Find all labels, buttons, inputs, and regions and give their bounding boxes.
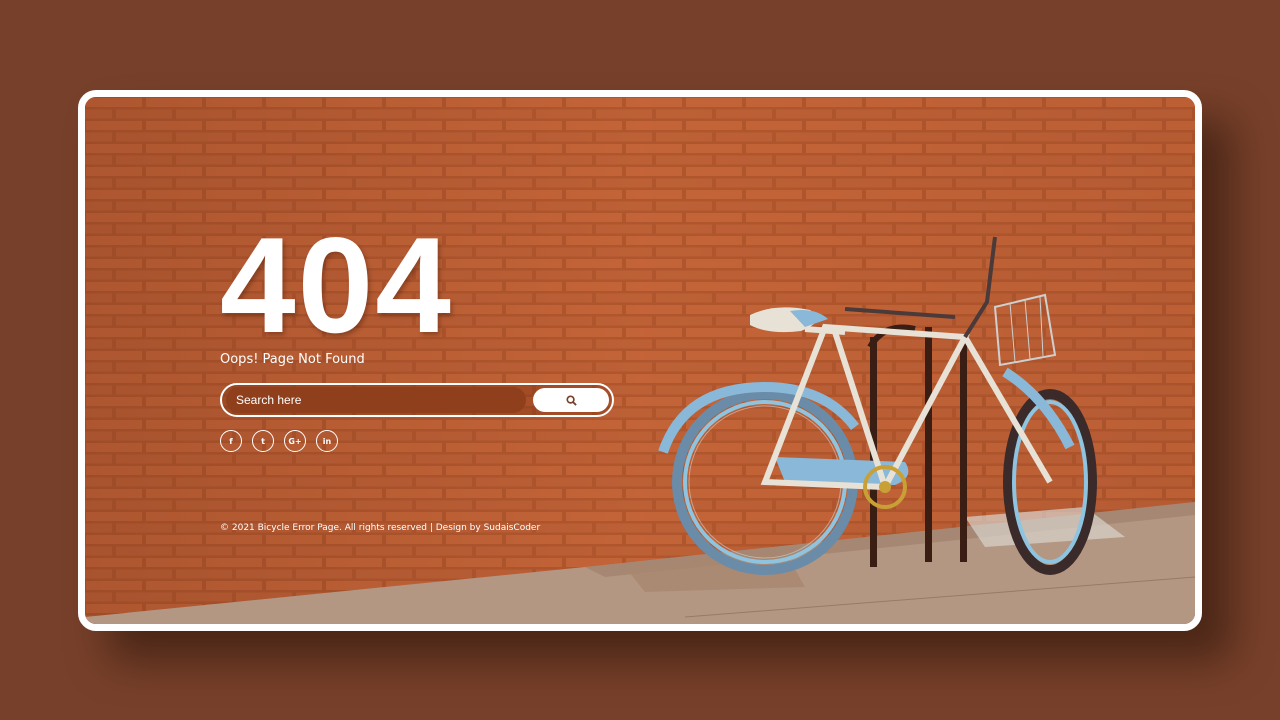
error-code: 404 xyxy=(220,209,453,361)
google-plus-icon[interactable]: G+ xyxy=(284,430,306,452)
search-form xyxy=(220,383,614,417)
facebook-icon[interactable]: f xyxy=(220,430,242,452)
footer-copyright: © 2021 Bicycle Error Page. All rights re… xyxy=(220,523,541,533)
social-links: f t G+ in xyxy=(220,430,338,454)
error-card: 404 Oops! Page Not Found f t G+ in © 202… xyxy=(78,90,1202,631)
search-button[interactable] xyxy=(533,388,609,412)
twitter-icon[interactable]: t xyxy=(252,430,274,452)
error-message: Oops! Page Not Found xyxy=(220,352,365,367)
error-content: 404 Oops! Page Not Found f t G+ in © 202… xyxy=(220,97,720,624)
search-icon xyxy=(565,394,577,406)
search-input[interactable] xyxy=(226,387,526,413)
linkedin-icon[interactable]: in xyxy=(316,430,338,452)
